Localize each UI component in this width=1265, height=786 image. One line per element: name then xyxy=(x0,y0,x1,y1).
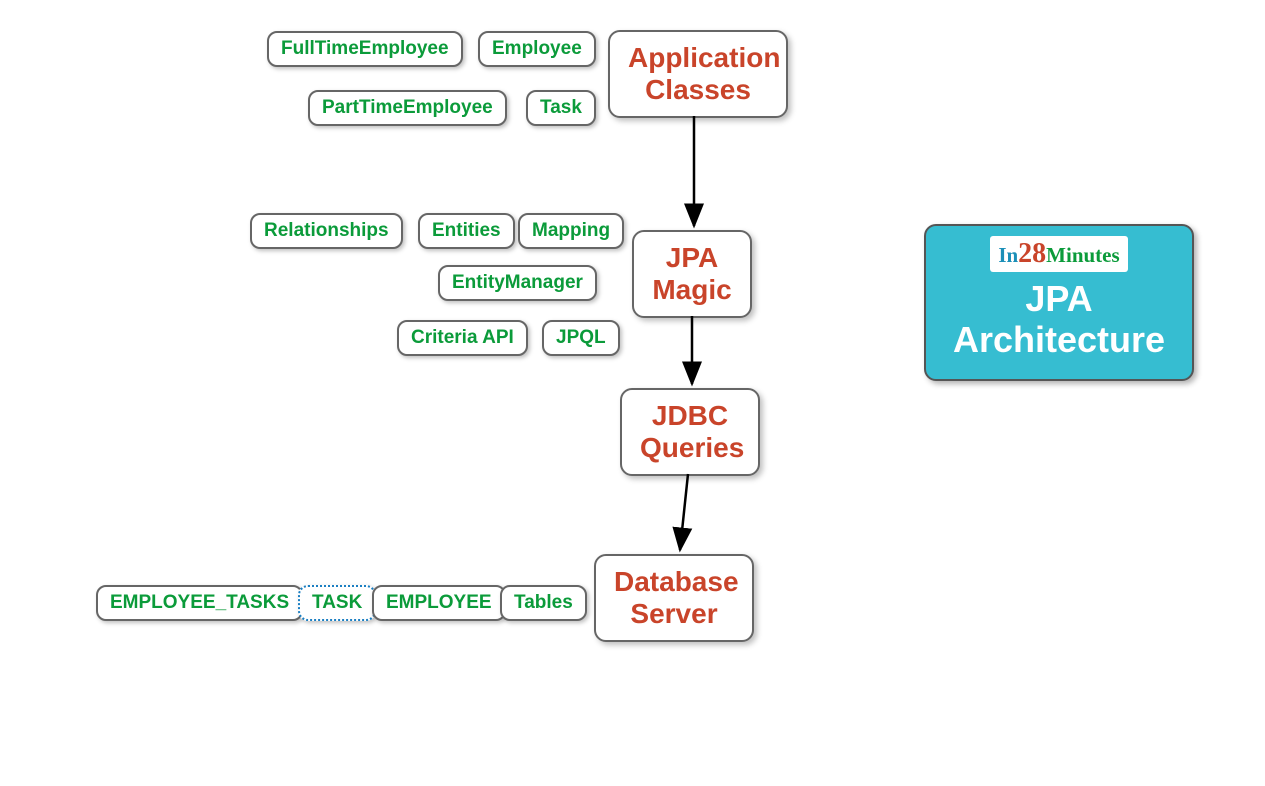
label: JPA xyxy=(666,242,718,273)
label: Magic xyxy=(652,274,731,305)
title-line-2: Architecture xyxy=(946,319,1172,360)
sub-relationships[interactable]: Relationships xyxy=(250,213,403,249)
node-database-server[interactable]: Database Server xyxy=(594,554,754,642)
node-jdbc-queries[interactable]: JDBC Queries xyxy=(620,388,760,476)
sub-criteria-api[interactable]: Criteria API xyxy=(397,320,528,356)
sub-parttime-employee[interactable]: PartTimeEmployee xyxy=(308,90,507,126)
title-line-1: JPA xyxy=(946,278,1172,319)
label: Application xyxy=(628,42,780,73)
node-application-classes[interactable]: Application Classes xyxy=(608,30,788,118)
brand-part-28: 28 xyxy=(1018,238,1046,269)
title-box: In28Minutes JPA Architecture xyxy=(924,224,1194,381)
sub-task[interactable]: Task xyxy=(526,90,596,126)
brand-part-in: In xyxy=(998,243,1018,267)
label: Database xyxy=(614,566,739,597)
sub-task-table[interactable]: TASK xyxy=(298,585,376,621)
brand-logo: In28Minutes xyxy=(990,236,1127,272)
sub-jpql[interactable]: JPQL xyxy=(542,320,620,356)
sub-tables[interactable]: Tables xyxy=(500,585,587,621)
sub-employee-table[interactable]: EMPLOYEE xyxy=(372,585,506,621)
sub-employee-tasks[interactable]: EMPLOYEE_TASKS xyxy=(96,585,303,621)
node-jpa-magic[interactable]: JPA Magic xyxy=(632,230,752,318)
sub-employee[interactable]: Employee xyxy=(478,31,596,67)
sub-entity-manager[interactable]: EntityManager xyxy=(438,265,597,301)
sub-mapping[interactable]: Mapping xyxy=(518,213,624,249)
label: Queries xyxy=(640,432,744,463)
label: JDBC xyxy=(652,400,728,431)
brand-part-minutes: Minutes xyxy=(1046,243,1120,267)
sub-fulltime-employee[interactable]: FullTimeEmployee xyxy=(267,31,463,67)
sub-entities[interactable]: Entities xyxy=(418,213,515,249)
label: Server xyxy=(630,598,717,629)
label: Classes xyxy=(645,74,751,105)
